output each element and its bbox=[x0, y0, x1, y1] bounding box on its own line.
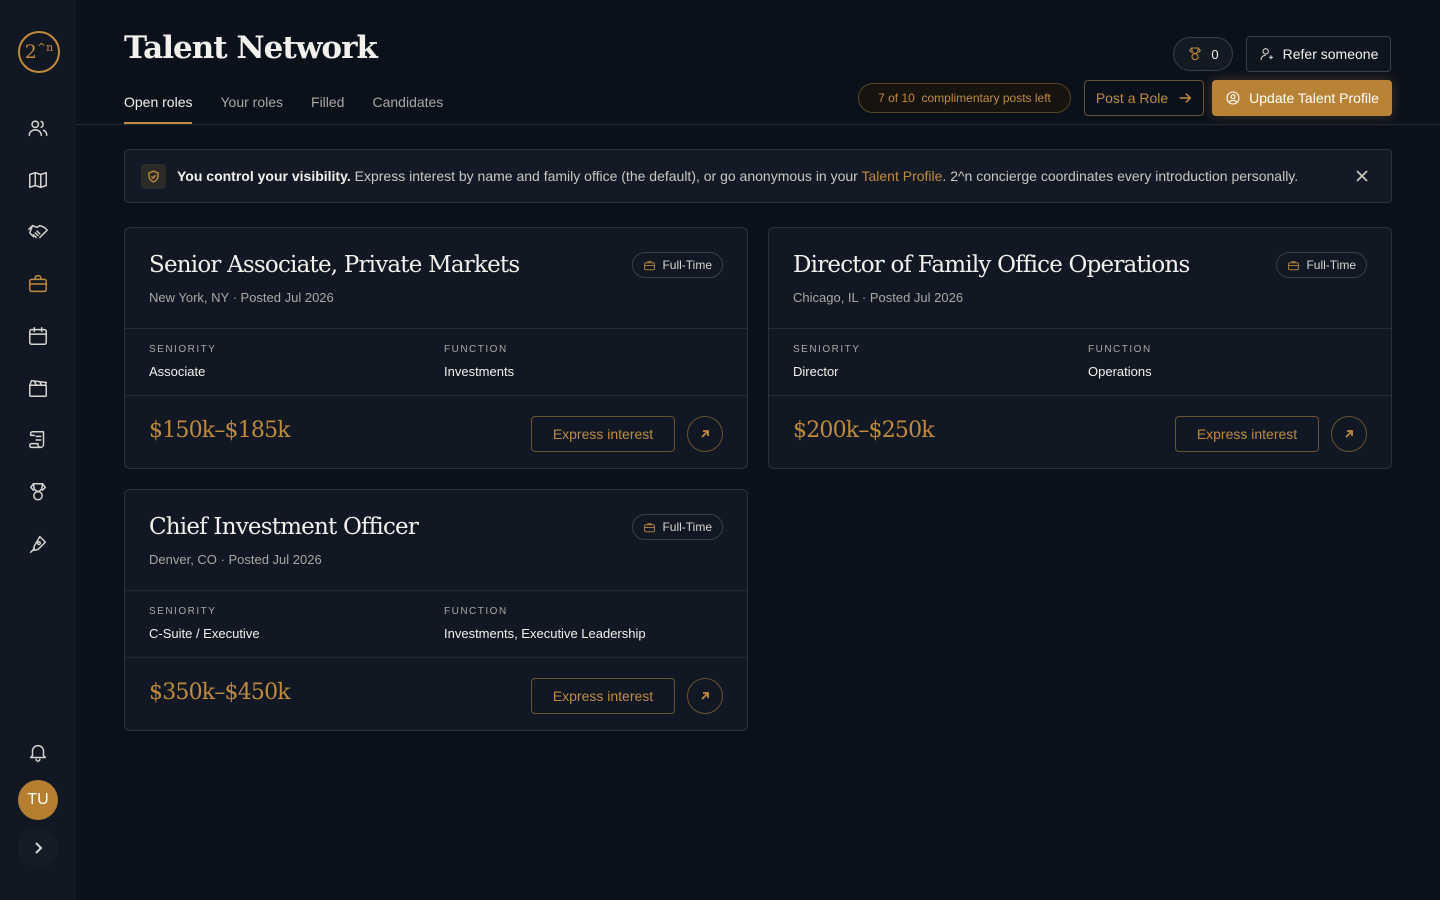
update-talent-profile-button[interactable]: Update Talent Profile bbox=[1212, 80, 1392, 116]
open-role-button[interactable] bbox=[1331, 416, 1367, 452]
salary-range: $350k–$450k bbox=[149, 680, 291, 705]
post-role-label: Post a Role bbox=[1095, 90, 1169, 106]
express-interest-button[interactable]: Express interest bbox=[531, 678, 675, 714]
refer-label: Refer someone bbox=[1282, 46, 1379, 62]
bell-icon[interactable] bbox=[26, 740, 50, 764]
logo[interactable]: 2 ^n bbox=[18, 31, 60, 73]
logo-superscript: ^n bbox=[36, 40, 54, 54]
update-profile-label: Update Talent Profile bbox=[1249, 90, 1379, 106]
employment-type: Full-Time bbox=[662, 258, 712, 272]
page-title: Talent Network bbox=[124, 30, 378, 66]
film-icon[interactable] bbox=[26, 376, 50, 400]
calendar-icon[interactable] bbox=[26, 324, 50, 348]
divider bbox=[769, 328, 1391, 329]
avatar[interactable]: TU bbox=[18, 780, 58, 820]
function-value: Operations bbox=[1088, 364, 1152, 379]
logo-text: 2 bbox=[24, 41, 37, 63]
tab-filled[interactable]: Filled bbox=[311, 94, 344, 124]
people-icon[interactable] bbox=[26, 116, 50, 140]
arrow-up-right-icon bbox=[701, 430, 709, 438]
divider bbox=[769, 395, 1391, 396]
employment-type-badge: Full-Time bbox=[632, 252, 723, 278]
function-label: FUNCTION bbox=[444, 606, 508, 617]
visibility-banner: You control your visibility. Express int… bbox=[124, 149, 1392, 203]
role-card[interactable]: Senior Associate, Private Markets New Yo… bbox=[124, 227, 748, 469]
briefcase-icon bbox=[1288, 260, 1300, 270]
salary-range: $200k–$250k bbox=[793, 418, 935, 443]
express-interest-button[interactable]: Express interest bbox=[1175, 416, 1319, 452]
role-subtitle: New York, NY · Posted Jul 2026 bbox=[149, 290, 334, 305]
employment-type-badge: Full-Time bbox=[632, 514, 723, 540]
map-icon[interactable] bbox=[26, 168, 50, 192]
seniority-label: SENIORITY bbox=[149, 606, 217, 617]
role-title: Director of Family Office Operations bbox=[793, 252, 1190, 278]
header-divider bbox=[76, 124, 1440, 125]
briefcase-icon[interactable] bbox=[26, 272, 50, 296]
employment-type: Full-Time bbox=[1306, 258, 1356, 272]
award-count: 0 bbox=[1211, 46, 1219, 62]
banner-text-before: Express interest by name and family offi… bbox=[350, 168, 862, 184]
tab-candidates[interactable]: Candidates bbox=[372, 94, 443, 124]
sidebar-expand-button[interactable] bbox=[18, 828, 58, 868]
function-label: FUNCTION bbox=[1088, 344, 1152, 355]
seniority-label: SENIORITY bbox=[793, 344, 861, 355]
trophy-icon bbox=[1189, 47, 1202, 61]
seniority-value: Director bbox=[793, 364, 839, 379]
role-subtitle: Denver, CO · Posted Jul 2026 bbox=[149, 552, 322, 567]
add-user-icon bbox=[1260, 48, 1273, 61]
award-counter[interactable]: 0 bbox=[1173, 37, 1233, 71]
arrow-up-right-icon bbox=[1345, 430, 1353, 438]
open-role-button[interactable] bbox=[687, 678, 723, 714]
handshake-icon[interactable] bbox=[26, 220, 50, 244]
function-value: Investments bbox=[444, 364, 515, 379]
seniority-value: Associate bbox=[149, 364, 206, 379]
employment-type-badge: Full-Time bbox=[1276, 252, 1367, 278]
function-label: FUNCTION bbox=[444, 344, 508, 355]
arrow-up-right-icon bbox=[701, 692, 709, 700]
refer-someone-button[interactable]: Refer someone bbox=[1246, 36, 1391, 72]
role-card[interactable]: Director of Family Office Operations Chi… bbox=[768, 227, 1392, 469]
express-interest-button[interactable]: Express interest bbox=[531, 416, 675, 452]
banner-bold: You control your visibility. bbox=[177, 168, 351, 184]
arrow-right-icon bbox=[1179, 93, 1192, 103]
briefcase-icon bbox=[644, 260, 656, 270]
pen-icon[interactable] bbox=[26, 532, 50, 556]
user-circle-icon bbox=[1226, 91, 1240, 105]
divider bbox=[125, 328, 747, 329]
tab-open-roles[interactable]: Open roles bbox=[124, 94, 193, 124]
seniority-value: C-Suite / Executive bbox=[149, 626, 260, 641]
seniority-label: SENIORITY bbox=[149, 344, 217, 355]
close-icon[interactable] bbox=[1355, 169, 1369, 183]
shield-icon bbox=[141, 163, 166, 189]
banner-text-after: . 2^n concierge coordinates every introd… bbox=[942, 168, 1299, 184]
open-role-button[interactable] bbox=[687, 416, 723, 452]
posts-left-badge: 7 of 10 complimentary posts left bbox=[858, 83, 1071, 113]
role-title: Senior Associate, Private Markets bbox=[149, 252, 520, 278]
function-value: Investments, Executive Leadership bbox=[444, 626, 646, 641]
banner-text: You control your visibility. Express int… bbox=[177, 168, 1298, 184]
role-subtitle: Chicago, IL · Posted Jul 2026 bbox=[793, 290, 964, 305]
role-title: Chief Investment Officer bbox=[149, 514, 419, 540]
tab-bar: Open roles Your roles Filled Candidates bbox=[124, 94, 443, 124]
trophy-icon[interactable] bbox=[26, 480, 50, 504]
divider bbox=[125, 657, 747, 658]
tab-your-roles[interactable]: Your roles bbox=[220, 94, 283, 124]
avatar-initials: TU bbox=[27, 791, 49, 808]
divider bbox=[125, 395, 747, 396]
scroll-icon[interactable] bbox=[26, 428, 50, 452]
talent-profile-link[interactable]: Talent Profile bbox=[861, 168, 942, 184]
briefcase-icon bbox=[644, 522, 656, 532]
role-card[interactable]: Chief Investment Officer Denver, CO · Po… bbox=[124, 489, 748, 731]
post-role-button[interactable]: Post a Role bbox=[1084, 80, 1204, 116]
sidebar: 2 ^n TU bbox=[0, 0, 76, 900]
divider bbox=[125, 590, 747, 591]
employment-type: Full-Time bbox=[662, 520, 712, 534]
salary-range: $150k–$185k bbox=[149, 418, 291, 443]
chevron-right-icon bbox=[35, 842, 43, 854]
